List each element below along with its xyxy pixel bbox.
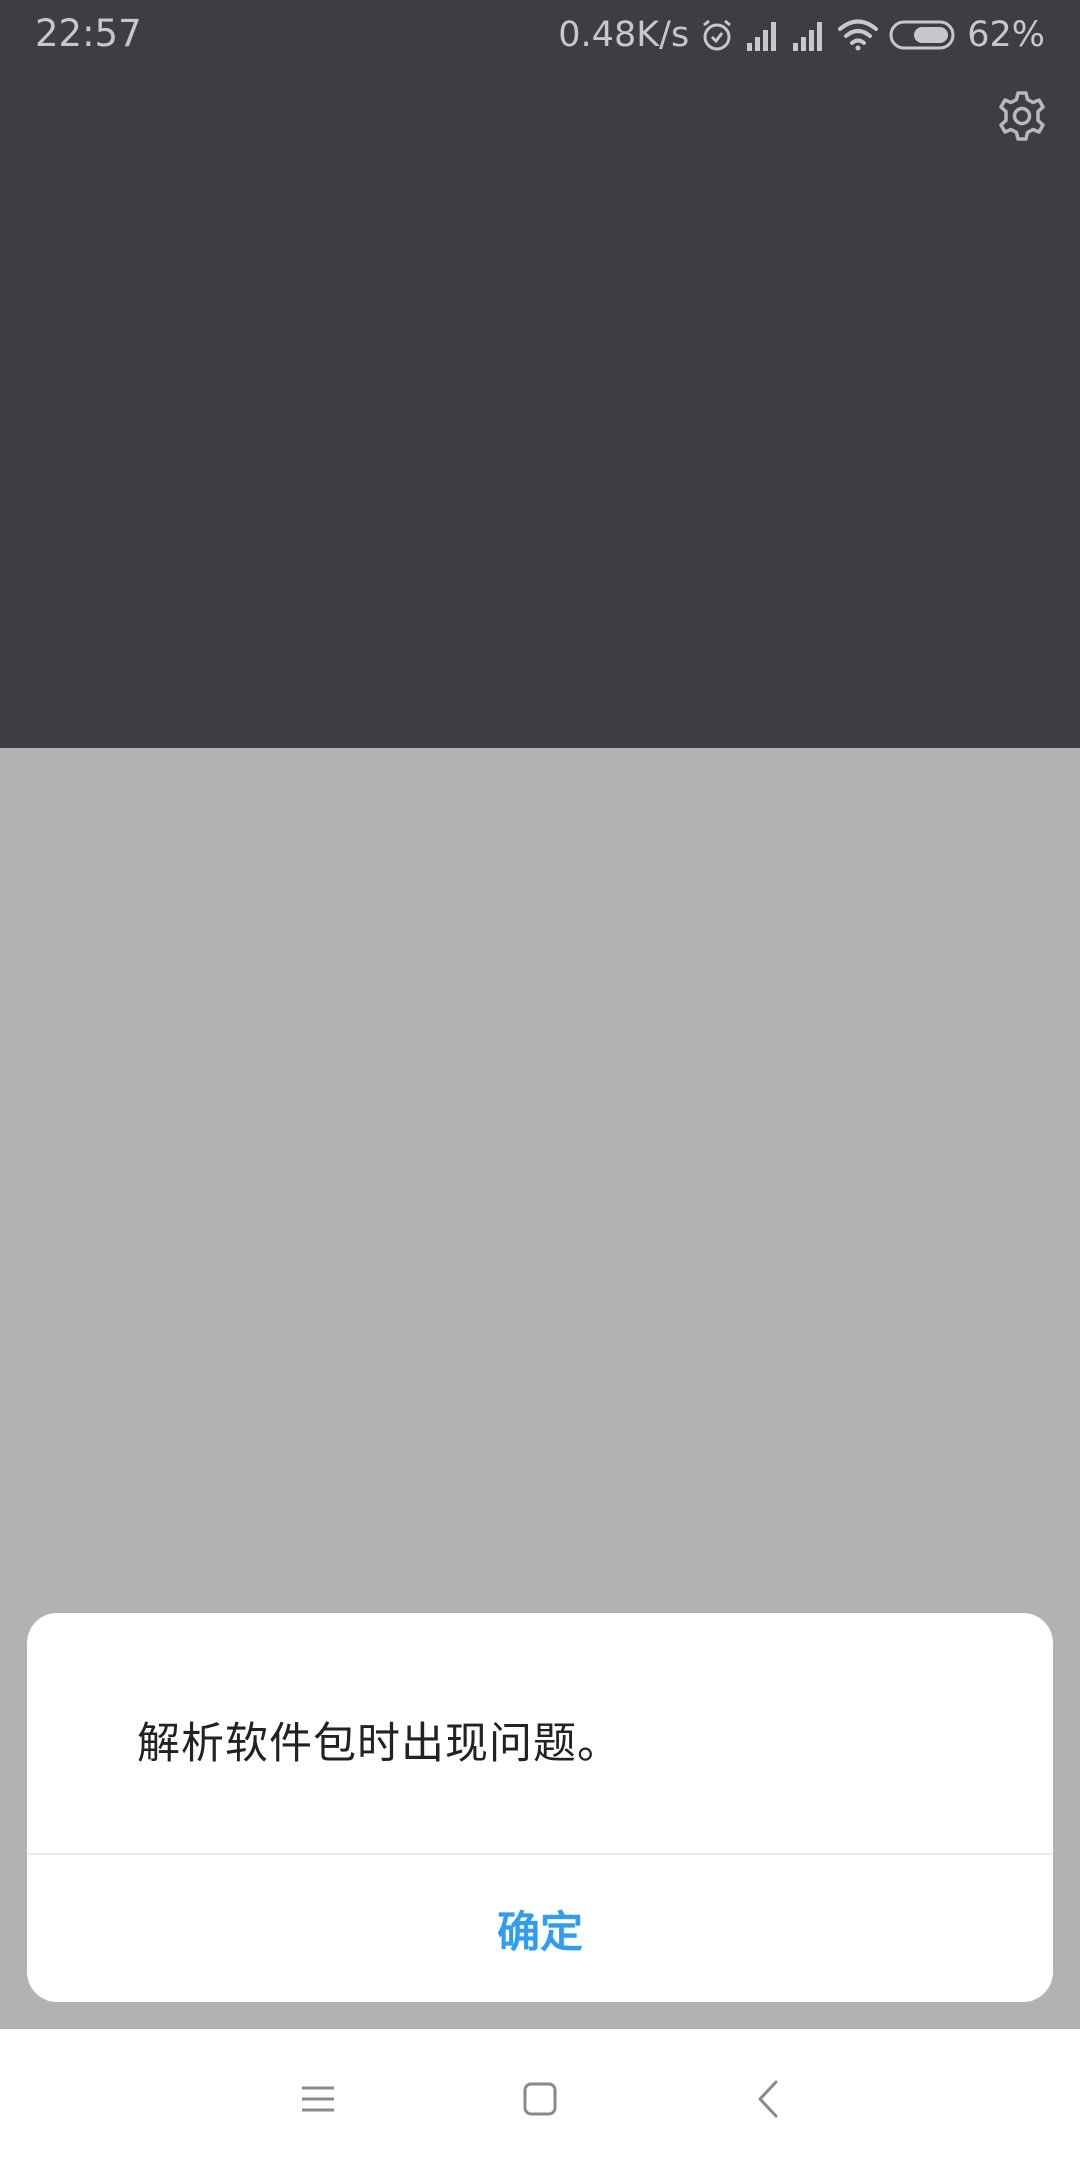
- signal-icon: [745, 19, 781, 51]
- dialog-message: 解析软件包时出现问题。: [137, 1719, 621, 1769]
- network-speed: 0.48K/s: [558, 15, 690, 55]
- status-bar: 22:57 0.48K/s 62%: [0, 0, 1080, 72]
- home-icon: [523, 2082, 557, 2116]
- ok-button[interactable]: 确定: [27, 1855, 1053, 2002]
- battery-icon: [889, 19, 957, 51]
- wifi-icon: [837, 18, 879, 52]
- app-header-background: [0, 0, 1080, 748]
- settings-button[interactable]: [996, 90, 1048, 142]
- navigation-bar: [0, 2029, 1080, 2160]
- menu-button[interactable]: [278, 2059, 358, 2139]
- status-icons: 0.48K/s 62%: [558, 12, 1045, 58]
- menu-icon: [302, 2086, 334, 2112]
- back-icon: [758, 2080, 778, 2118]
- alarm-icon: [699, 17, 735, 53]
- signal-icon: [791, 19, 827, 51]
- gear-icon: [999, 91, 1045, 141]
- status-time: 22:57: [35, 12, 142, 55]
- battery-percent: 62%: [967, 15, 1045, 55]
- home-button[interactable]: [500, 2059, 580, 2139]
- error-dialog: 解析软件包时出现问题。 确定: [27, 1613, 1053, 2002]
- back-button[interactable]: [728, 2059, 808, 2139]
